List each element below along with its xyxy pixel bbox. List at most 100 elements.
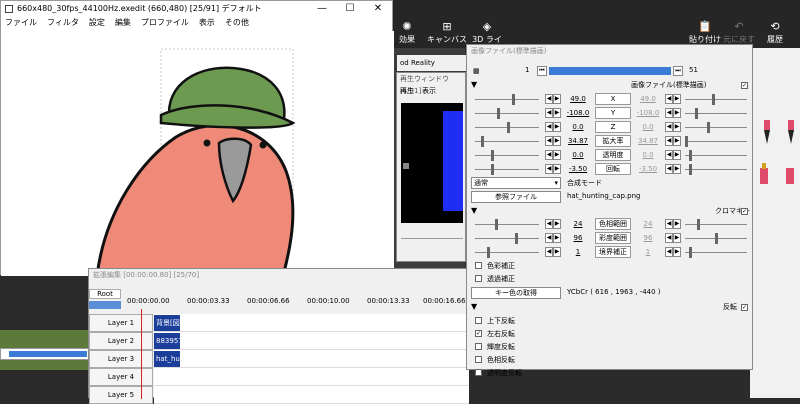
end-value[interactable]: 34.87 [633, 135, 663, 148]
transparency-correction-row[interactable]: 透過補正 [475, 273, 515, 285]
menu-view[interactable]: 表示 [199, 17, 215, 28]
collapse-icon[interactable]: ▼ [471, 80, 477, 89]
get-key-color-button[interactable]: キー色の取得 [471, 287, 561, 299]
increment-button[interactable]: ▶ [553, 164, 561, 174]
left-slider-knob[interactable] [495, 219, 498, 230]
start-value[interactable]: 0.0 [563, 121, 593, 134]
preview-canvas[interactable] [1, 31, 394, 276]
left-slider-knob[interactable] [497, 108, 500, 119]
right-slider-knob[interactable] [689, 247, 692, 258]
invert-alpha-checkbox[interactable] [475, 369, 482, 376]
start-value[interactable]: 0.0 [563, 149, 593, 162]
collapse-icon[interactable]: ▼ [471, 206, 477, 215]
left-slider-knob[interactable] [481, 136, 484, 147]
frame-slider[interactable] [549, 67, 671, 75]
decrement-button[interactable]: ◀ [665, 150, 673, 160]
decrement-button[interactable]: ◀ [665, 94, 673, 104]
decrement-button[interactable]: ◀ [665, 136, 673, 146]
increment-button[interactable]: ▶ [673, 233, 681, 243]
increment-button[interactable]: ▶ [673, 136, 681, 146]
decrement-button[interactable]: ◀ [665, 233, 673, 243]
invert-hue-row[interactable]: 色相反転 [475, 354, 515, 366]
next-frame-button[interactable]: ⏭ [673, 66, 683, 76]
timeline-clip[interactable]: 883957.png [154, 333, 180, 349]
menu-profile[interactable]: プロファイル [141, 17, 189, 28]
left-slider-knob[interactable] [507, 122, 510, 133]
left-slider-knob[interactable] [491, 150, 494, 161]
right-slider[interactable] [685, 141, 747, 142]
left-slider-knob[interactable] [491, 164, 494, 175]
timeline-clip[interactable]: hat_hunting [154, 351, 180, 367]
increment-button[interactable]: ▶ [673, 164, 681, 174]
left-slider[interactable] [475, 99, 539, 100]
start-value[interactable]: 1 [563, 246, 593, 259]
invert-hue-checkbox[interactable] [475, 356, 482, 363]
decrement-button[interactable]: ◀ [665, 247, 673, 257]
param-name-button[interactable]: Z [595, 121, 631, 133]
right-slider-knob[interactable] [712, 94, 715, 105]
right-slider-knob[interactable] [685, 136, 688, 147]
decrement-button[interactable]: ◀ [665, 122, 673, 132]
start-value[interactable]: 49.0 [563, 93, 593, 106]
playhead[interactable] [141, 309, 142, 399]
left-slider-knob[interactable] [487, 247, 490, 258]
left-slider-knob[interactable] [512, 94, 515, 105]
right-slider[interactable] [685, 252, 747, 253]
root-button[interactable]: Root [89, 289, 121, 299]
decrement-button[interactable]: ◀ [545, 150, 553, 160]
decrement-button[interactable]: ◀ [545, 247, 553, 257]
increment-button[interactable]: ▶ [553, 219, 561, 229]
increment-button[interactable]: ▶ [673, 94, 681, 104]
decrement-button[interactable]: ◀ [665, 108, 673, 118]
layer-track[interactable]: 背景[図形] [154, 314, 469, 332]
param-name-button[interactable]: X [595, 93, 631, 105]
increment-button[interactable]: ▶ [553, 247, 561, 257]
seek-bar[interactable] [401, 238, 463, 239]
increment-button[interactable]: ▶ [553, 108, 561, 118]
decrement-button[interactable]: ◀ [545, 164, 553, 174]
layer-track[interactable]: 883957.png [154, 332, 469, 350]
layer-label[interactable]: Layer 5 [89, 386, 153, 404]
prev-frame-button[interactable]: ⏮ [537, 66, 547, 76]
frame-icon[interactable]: ▦ [473, 67, 480, 75]
time-ruler[interactable]: 00:00:00.00 00:00:03.33 00:00:06.66 00:0… [127, 289, 469, 309]
transparency-correction-checkbox[interactable] [475, 275, 482, 282]
color-correction-checkbox[interactable] [475, 262, 482, 269]
right-slider-knob[interactable] [689, 164, 692, 175]
decrement-button[interactable]: ◀ [545, 94, 553, 104]
history-button[interactable]: ⟲ 履歴 [753, 20, 797, 45]
decrement-button[interactable]: ◀ [545, 233, 553, 243]
param-name-button[interactable]: 色相範囲 [595, 218, 631, 230]
increment-button[interactable]: ▶ [553, 136, 561, 146]
decrement-button[interactable]: ◀ [665, 219, 673, 229]
collapse-icon[interactable]: ▼ [471, 302, 477, 311]
decrement-button[interactable]: ◀ [665, 164, 673, 174]
reference-file-button[interactable]: 参照ファイル [471, 191, 561, 203]
scroll-indicator[interactable] [89, 301, 121, 309]
end-value[interactable]: 49.0 [633, 93, 663, 106]
image-enable-checkbox[interactable]: ✓ [741, 82, 748, 89]
decrement-button[interactable]: ◀ [545, 219, 553, 229]
increment-button[interactable]: ▶ [673, 150, 681, 160]
param-name-button[interactable]: 境界補正 [595, 246, 631, 258]
layer-label[interactable]: Layer 3 [89, 350, 153, 368]
left-slider[interactable] [475, 224, 539, 225]
increment-button[interactable]: ▶ [673, 108, 681, 118]
right-slider-knob[interactable] [695, 108, 698, 119]
right-slider[interactable] [685, 155, 747, 156]
param-name-button[interactable]: 拡大率 [595, 135, 631, 147]
end-value[interactable]: -3.50 [633, 163, 663, 176]
increment-button[interactable]: ▶ [553, 150, 561, 160]
end-value[interactable]: 1 [633, 246, 663, 259]
end-value[interactable]: 0.0 [633, 121, 663, 134]
param-name-button[interactable]: Y [595, 107, 631, 119]
left-slider[interactable] [475, 113, 539, 114]
layer-track[interactable] [154, 386, 469, 404]
menu-settings[interactable]: 設定 [89, 17, 105, 28]
end-value[interactable]: 96 [633, 232, 663, 245]
decrement-button[interactable]: ◀ [545, 108, 553, 118]
right-slider[interactable] [685, 99, 747, 100]
start-value[interactable]: 96 [563, 232, 593, 245]
decrement-button[interactable]: ◀ [545, 136, 553, 146]
increment-button[interactable]: ▶ [673, 247, 681, 257]
